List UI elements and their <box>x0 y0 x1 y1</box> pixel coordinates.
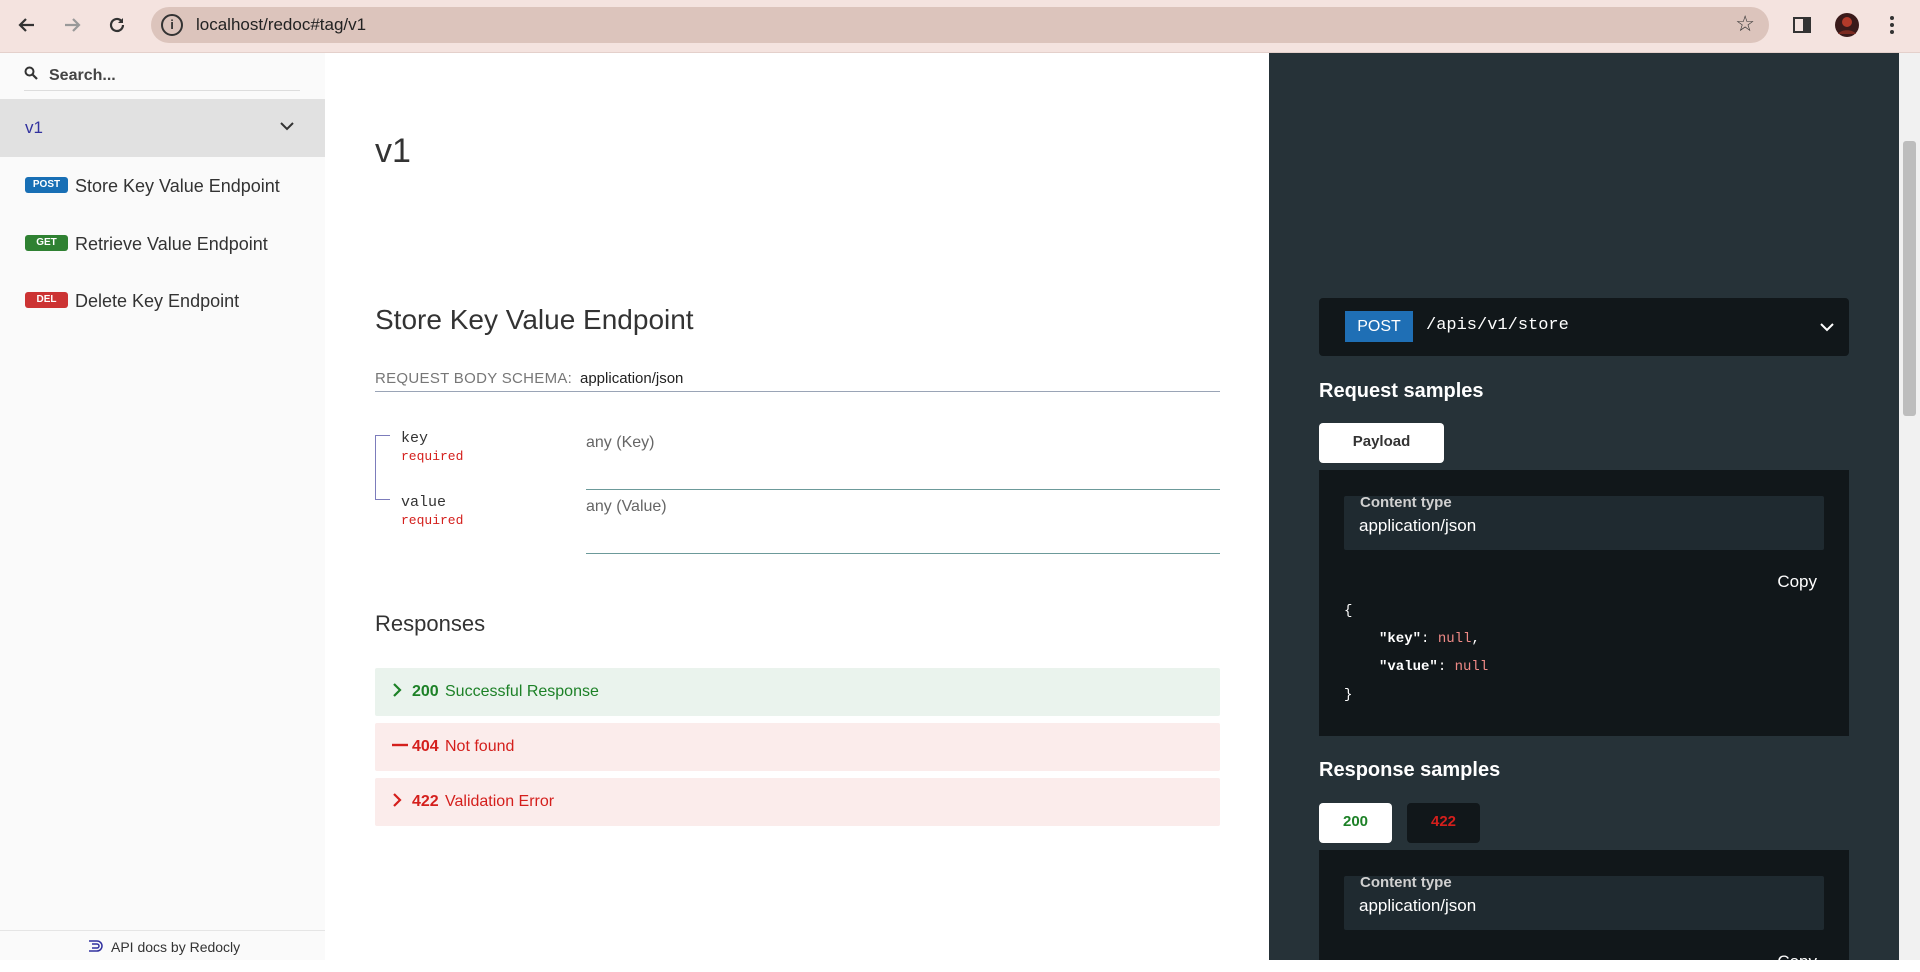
reload-icon[interactable] <box>103 11 131 39</box>
site-info-icon[interactable]: i <box>161 14 183 36</box>
field-required: required <box>401 513 464 528</box>
request-samples-title: Request samples <box>1319 380 1484 402</box>
tab-response-422[interactable]: 422 <box>1407 803 1480 843</box>
sidebar-item-label: Store Key Value Endpoint <box>75 176 280 196</box>
method-badge-del: DEL <box>25 292 68 308</box>
code-value: null <box>1454 659 1489 675</box>
profile-avatar[interactable] <box>1833 11 1861 39</box>
side-panel-icon[interactable] <box>1788 11 1816 39</box>
sidebar-tag-v1[interactable]: v1 <box>0 99 325 157</box>
sidebar-item-label: Retrieve Value Endpoint <box>75 234 268 254</box>
request-body-schema: REQUEST BODY SCHEMA: application/json <box>375 370 1220 392</box>
response-code: 422 <box>412 793 439 810</box>
browser-menu-icon[interactable] <box>1878 11 1906 39</box>
response-422[interactable]: 422 Validation Error <box>375 778 1220 826</box>
redocly-logo-icon <box>89 940 103 952</box>
content-type-box: Content type application/json <box>1344 494 1824 550</box>
code-sample: { "key": null, "value": null } <box>1344 597 1488 709</box>
footer-text[interactable]: API docs by Redocly <box>111 939 240 955</box>
content-type-value: application/json <box>1359 896 1477 915</box>
chevron-right-icon <box>392 682 402 701</box>
url-text[interactable]: localhost/redoc#tag/v1 <box>196 15 366 35</box>
back-icon[interactable] <box>13 11 41 39</box>
method-badge: POST <box>1345 311 1413 342</box>
samples-panel: POST /apis/v1/store Request samples Payl… <box>1269 53 1899 971</box>
response-code: 404 <box>412 738 439 755</box>
field-name: key <box>401 430 429 447</box>
chevron-down-icon <box>1820 323 1834 332</box>
bookmark-star-icon[interactable]: ☆ <box>1735 11 1755 37</box>
request-sample-box: Content type application/json Copy { "ke… <box>1319 470 1849 736</box>
field-type: any (Key) <box>586 434 655 451</box>
copy-button[interactable]: Copy <box>1777 952 1817 972</box>
content-type-value: application/json <box>1359 516 1477 535</box>
responses-title: Responses <box>375 611 486 636</box>
response-description: Not found <box>445 738 515 755</box>
code-key: "key" <box>1379 631 1422 647</box>
code-line: "value": null <box>1379 659 1489 675</box>
response-code: 200 <box>412 683 439 700</box>
tab-response-200[interactable]: 200 <box>1319 803 1392 843</box>
code-line: "key": null, <box>1379 631 1480 647</box>
search-icon <box>24 66 38 80</box>
dash-icon <box>392 737 408 756</box>
chevron-right-icon <box>392 792 402 811</box>
tag-title: v1 <box>375 132 411 170</box>
code-value: null <box>1437 631 1472 647</box>
code-key: "value" <box>1379 659 1438 675</box>
search-box[interactable]: Search... <box>24 61 300 91</box>
endpoint-bar[interactable]: POST /apis/v1/store <box>1319 298 1849 356</box>
field-required: required <box>401 449 464 464</box>
content-type-label: Content type <box>1360 874 1452 891</box>
response-description: Validation Error <box>445 793 555 810</box>
field-type: any (Value) <box>586 498 667 515</box>
response-samples-title: Response samples <box>1319 759 1501 781</box>
operation-title: Store Key Value Endpoint <box>375 304 694 335</box>
sidebar-tag-label: v1 <box>25 118 43 137</box>
sidebar-item-store[interactable]: POST Store Key Value Endpoint <box>0 173 325 213</box>
copy-button[interactable]: Copy <box>1777 572 1817 592</box>
code-brace-open: { <box>1344 603 1353 619</box>
response-description: Successful Response <box>445 683 599 700</box>
chevron-down-icon <box>280 122 294 131</box>
content-type-box: Content type application/json <box>1344 874 1824 930</box>
content-type-label: Content type <box>1360 494 1452 511</box>
field-divider <box>586 553 1220 554</box>
scrollbar-thumb[interactable] <box>1903 141 1916 416</box>
sidebar-item-label: Delete Key Endpoint <box>75 291 240 311</box>
request-body-type: application/json <box>580 370 684 387</box>
method-badge-get: GET <box>25 235 68 251</box>
response-200[interactable]: 200 Successful Response <box>375 668 1220 716</box>
code-brace-close: } <box>1344 687 1353 703</box>
forward-icon[interactable] <box>58 11 86 39</box>
schema-field-key: key required any (Key) <box>375 426 1220 490</box>
sidebar-item-delete[interactable]: DEL Delete Key Endpoint <box>0 288 325 328</box>
response-sample-box: Content type application/json Copy <box>1319 850 1849 971</box>
sidebar-item-retrieve[interactable]: GET Retrieve Value Endpoint <box>0 231 325 271</box>
schema-field-value: value required any (Value) <box>375 490 1220 554</box>
redocly-footer[interactable]: API docs by Redocly <box>0 930 325 960</box>
response-404[interactable]: 404 Not found <box>375 723 1220 771</box>
endpoint-path: /apis/v1/store <box>1426 316 1569 335</box>
search-input[interactable]: Search... <box>49 67 116 85</box>
tab-payload[interactable]: Payload <box>1319 423 1444 463</box>
field-name: value <box>401 494 447 511</box>
browser-toolbar: i localhost/redoc#tag/v1 ☆ <box>0 0 1920 53</box>
request-body-label: REQUEST BODY SCHEMA: <box>375 370 573 387</box>
address-bar[interactable]: i localhost/redoc#tag/v1 ☆ <box>151 7 1769 43</box>
scrollbar[interactable] <box>1899 53 1920 960</box>
method-badge-post: POST <box>25 177 68 193</box>
sidebar: Search... v1 POST Store Key Value Endpoi… <box>0 53 325 960</box>
